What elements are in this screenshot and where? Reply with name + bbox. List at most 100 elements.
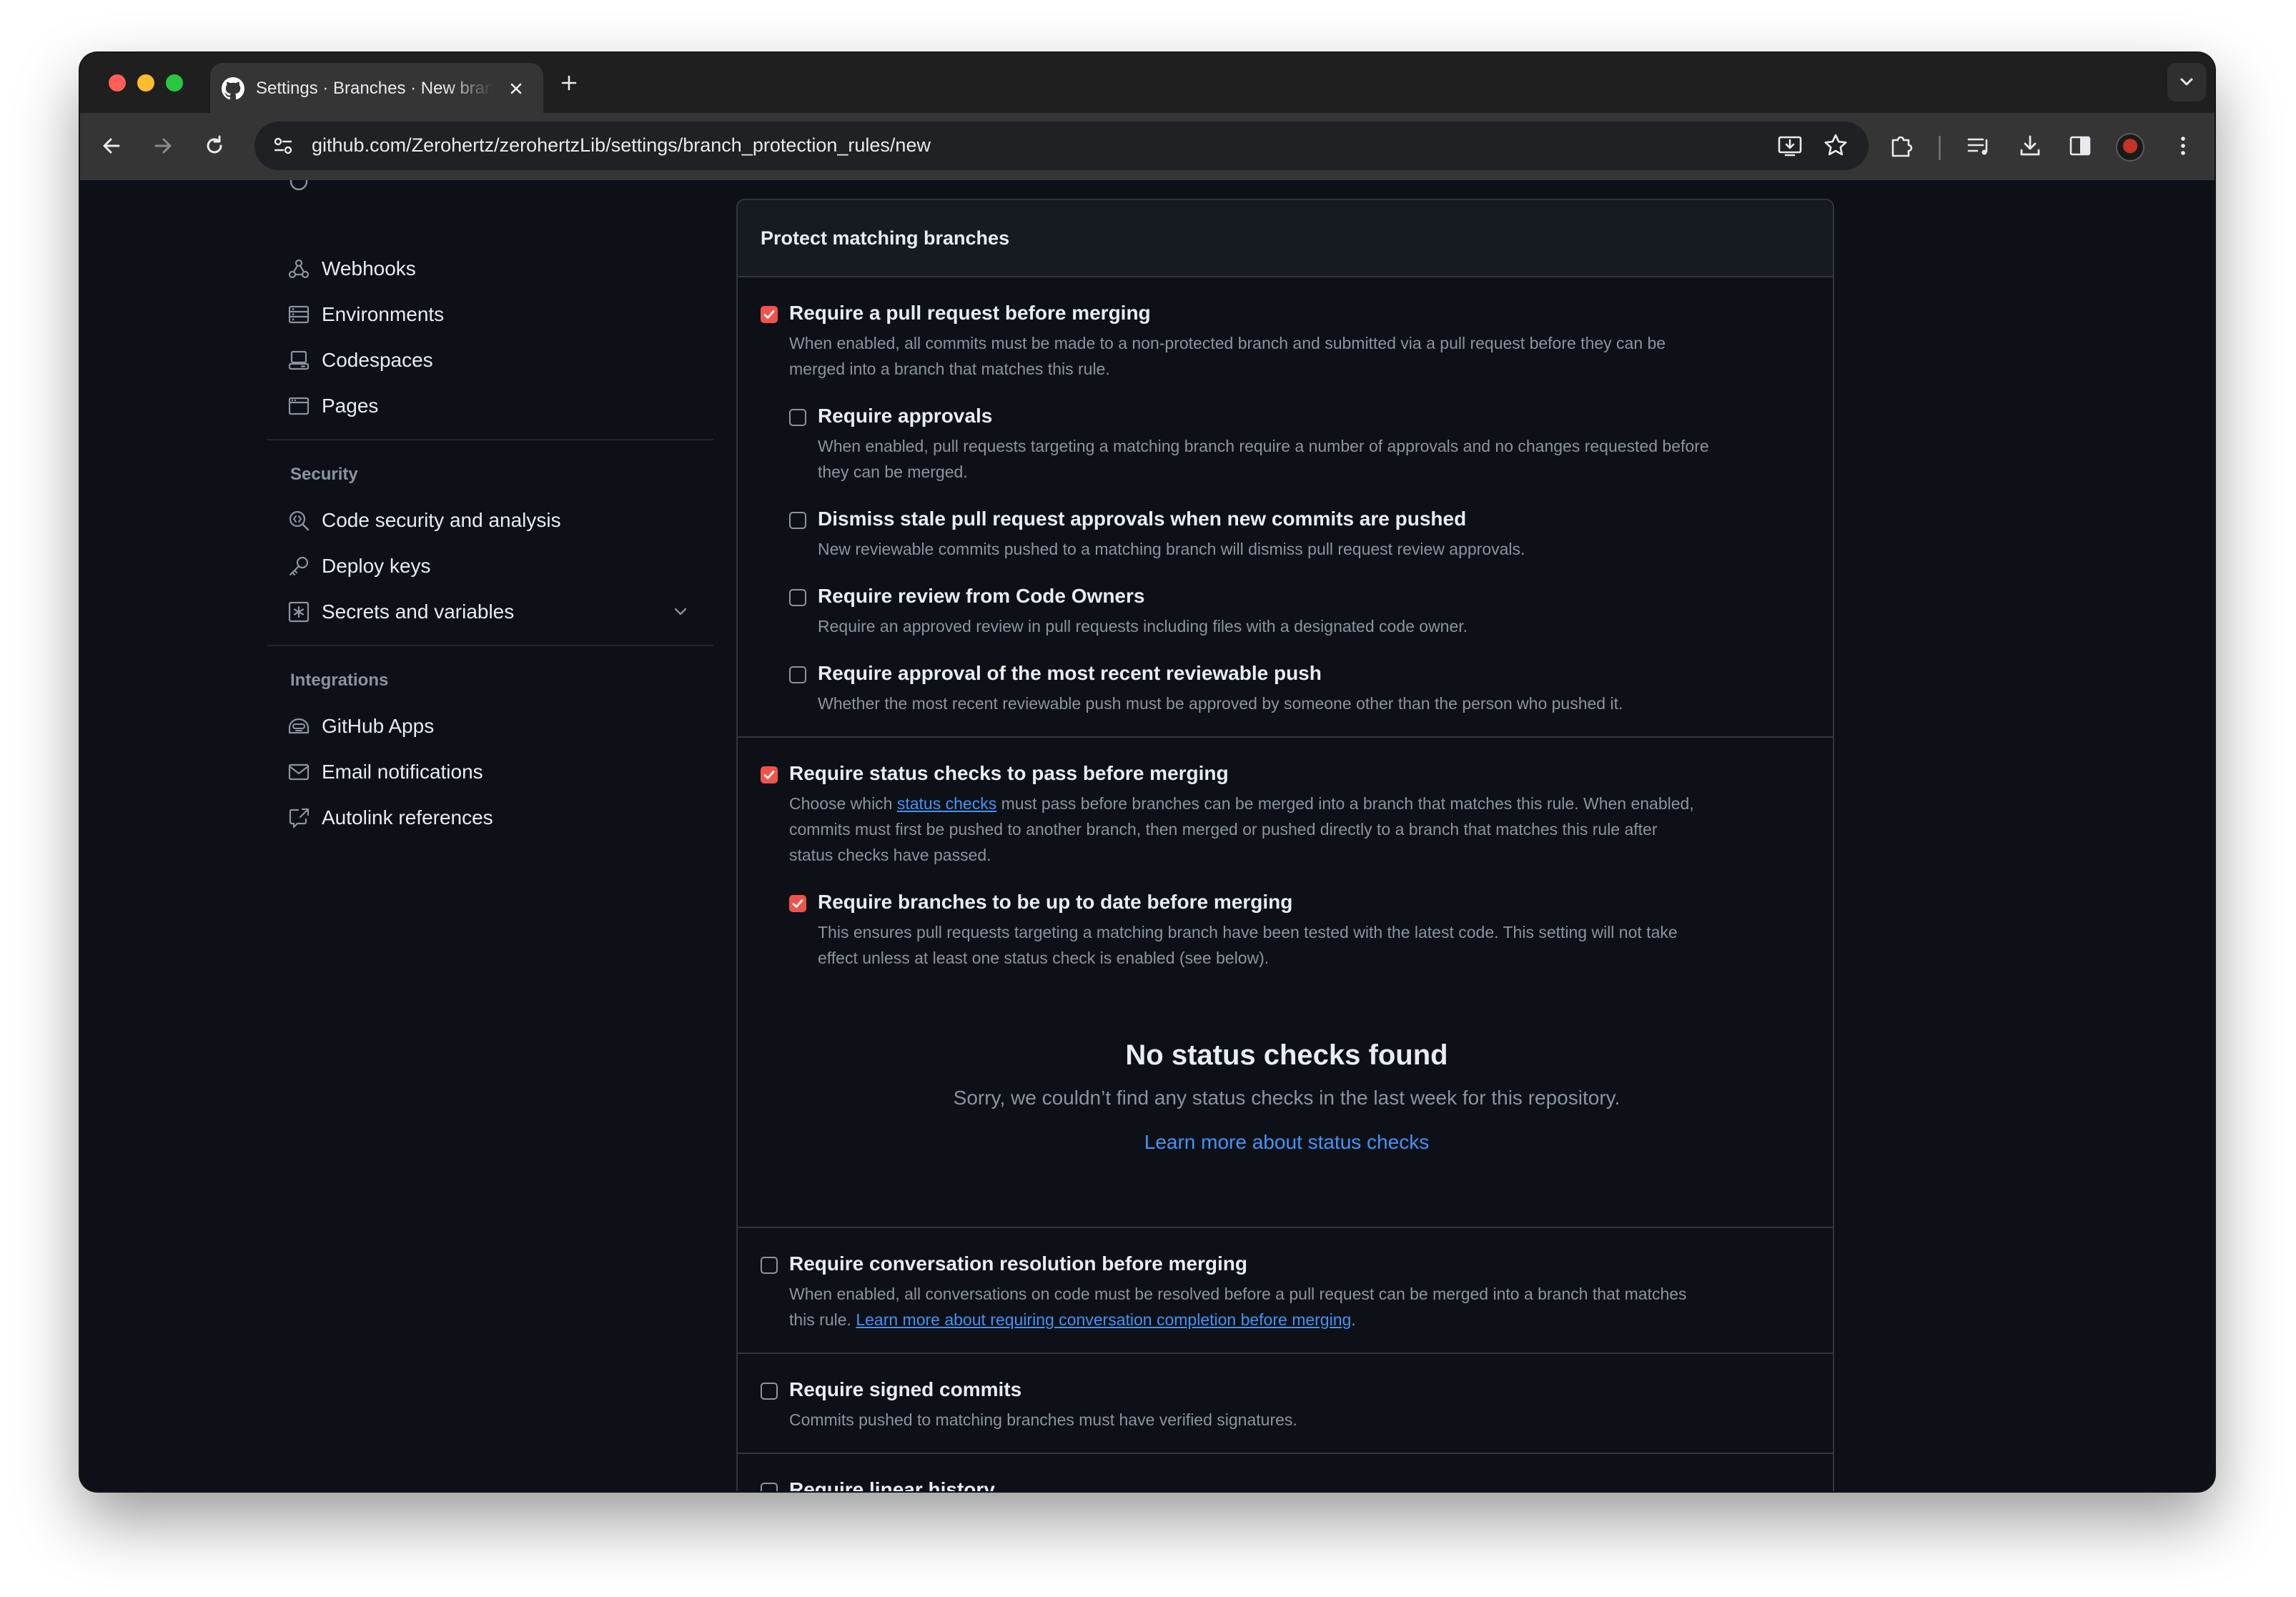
sidebar-item-label: Secrets and variables bbox=[322, 600, 515, 623]
cross-reference-icon bbox=[289, 808, 310, 829]
hubot-icon bbox=[288, 718, 310, 734]
sidebar-item-label: Deploy keys bbox=[322, 555, 431, 577]
dismiss-stale-desc: New reviewable commits pushed to a match… bbox=[818, 540, 1525, 558]
conversation-resolution-checkbox[interactable] bbox=[761, 1257, 778, 1274]
reload-icon[interactable] bbox=[200, 132, 229, 160]
bookmark-star-icon[interactable] bbox=[1821, 132, 1850, 160]
desc-text: Choose which bbox=[789, 794, 897, 813]
recent-push-checkbox[interactable] bbox=[789, 666, 806, 683]
close-tab-icon[interactable] bbox=[505, 77, 528, 100]
back-arrow-icon[interactable] bbox=[97, 132, 126, 160]
browser-icon bbox=[288, 397, 310, 415]
status-checks-checkbox[interactable] bbox=[761, 766, 778, 783]
partial-nav-icon bbox=[290, 180, 308, 191]
require-pr-checkbox[interactable] bbox=[761, 306, 778, 323]
sidebar-item-label: Code security and analysis bbox=[322, 509, 561, 531]
no-status-checks-subtitle: Sorry, we couldn’t find any status check… bbox=[953, 1087, 1620, 1109]
browser-toolbar: github.com/Zerohertz/zerohertzLib/settin… bbox=[80, 113, 2215, 182]
signed-commits-checkbox[interactable] bbox=[761, 1383, 778, 1400]
section-divider bbox=[738, 1353, 1833, 1354]
require-approvals-label[interactable]: Require approvals bbox=[818, 405, 992, 427]
install-app-icon[interactable] bbox=[1776, 132, 1804, 160]
extensions-puzzle-icon[interactable] bbox=[1887, 132, 1916, 160]
desc-text: this rule. bbox=[789, 1310, 856, 1329]
up-to-date-desc: effect unless at least one status check … bbox=[818, 949, 1270, 967]
conversation-resolution-label[interactable]: Require conversation resolution before m… bbox=[789, 1252, 1247, 1275]
code-owners-desc: Require an approved review in pull reque… bbox=[818, 617, 1468, 636]
tab-search-button[interactable] bbox=[2167, 63, 2206, 102]
status-checks-link[interactable]: status checks bbox=[897, 794, 996, 813]
chevron-down-icon[interactable] bbox=[671, 602, 691, 622]
site-info-icon[interactable] bbox=[269, 132, 297, 160]
signed-commits-label[interactable]: Require signed commits bbox=[789, 1378, 1021, 1401]
section-divider bbox=[738, 1453, 1833, 1454]
forward-arrow-icon[interactable] bbox=[149, 132, 177, 160]
codespaces-icon bbox=[288, 350, 310, 370]
sidebar-item-label: Email notifications bbox=[322, 761, 483, 783]
webhook-icon bbox=[288, 259, 310, 279]
kebab-menu-icon[interactable] bbox=[2169, 132, 2197, 160]
status-checks-desc: status checks have passed. bbox=[789, 846, 991, 864]
desc-text: must pass before branches can be merged … bbox=[996, 794, 1694, 813]
check-icon bbox=[763, 771, 775, 779]
sidebar-divider bbox=[267, 645, 713, 646]
require-pr-label[interactable]: Require a pull request before merging bbox=[789, 302, 1151, 325]
require-approvals-checkbox[interactable] bbox=[789, 409, 806, 426]
address-bar[interactable]: github.com/Zerohertz/zerohertzLib/settin… bbox=[254, 122, 1869, 170]
codescan-icon bbox=[289, 510, 310, 531]
sidebar-item-label: GitHub Apps bbox=[322, 715, 435, 737]
recent-push-desc: Whether the most recent reviewable push … bbox=[818, 694, 1623, 713]
status-checks-desc: commits must first be pushed to another … bbox=[789, 820, 1658, 839]
tab-strip: Settings · Branches · New branch protect… bbox=[80, 53, 2215, 113]
dismiss-stale-checkbox[interactable] bbox=[789, 512, 806, 529]
linear-history-checkbox[interactable] bbox=[761, 1483, 778, 1491]
desc-text: . bbox=[1351, 1310, 1356, 1329]
conversation-resolution-desc: When enabled, all conversations on code … bbox=[789, 1285, 1687, 1303]
panel-title: Protect matching branches bbox=[761, 227, 1010, 249]
sidebar-item-label: Environments bbox=[322, 303, 445, 325]
code-owners-label[interactable]: Require review from Code Owners bbox=[818, 585, 1144, 608]
new-tab-icon[interactable] bbox=[558, 71, 580, 94]
sidebar-divider bbox=[267, 439, 713, 440]
section-divider bbox=[738, 1227, 1833, 1228]
github-logo-icon bbox=[222, 77, 244, 100]
linear-history-label[interactable]: Require linear history bbox=[789, 1478, 995, 1491]
require-approvals-desc: When enabled, pull requests targeting a … bbox=[818, 437, 1709, 455]
download-icon[interactable] bbox=[2016, 132, 2044, 160]
up-to-date-desc: This ensures pull requests targeting a m… bbox=[818, 923, 1678, 941]
media-controls-icon[interactable] bbox=[1964, 132, 1993, 160]
recent-push-label[interactable]: Require approval of the most recent revi… bbox=[818, 662, 1322, 685]
key-icon bbox=[289, 556, 309, 576]
no-status-checks-title: No status checks found bbox=[1125, 1039, 1448, 1071]
up-to-date-checkbox[interactable] bbox=[789, 895, 806, 912]
check-icon bbox=[792, 899, 803, 908]
up-to-date-label[interactable]: Require branches to be up to date before… bbox=[818, 891, 1292, 914]
code-owners-checkbox[interactable] bbox=[789, 589, 806, 606]
section-divider bbox=[738, 736, 1833, 738]
dismiss-stale-label[interactable]: Dismiss stale pull request approvals whe… bbox=[818, 508, 1466, 530]
zoom-window-button[interactable] bbox=[166, 74, 183, 92]
mail-icon bbox=[288, 763, 310, 781]
require-approvals-desc: they can be merged. bbox=[818, 463, 968, 481]
close-window-button[interactable] bbox=[109, 74, 126, 92]
learn-status-checks-link[interactable]: Learn more about status checks bbox=[738, 1131, 1836, 1154]
side-panel-icon[interactable] bbox=[2066, 132, 2094, 160]
status-checks-label[interactable]: Require status checks to pass before mer… bbox=[789, 762, 1229, 785]
sidebar-heading-security: Security bbox=[290, 465, 358, 484]
protect-branches-panel: Protect matching branches Require a pull… bbox=[736, 199, 1834, 1491]
sidebar-heading-integrations: Integrations bbox=[290, 671, 389, 690]
require-pr-desc: merged into a branch that matches this r… bbox=[789, 360, 1110, 378]
page-content: Webhooks Environments Codespaces Pages S… bbox=[80, 180, 2215, 1491]
url-text[interactable]: github.com/Zerohertz/zerohertzLib/settin… bbox=[312, 134, 931, 157]
check-icon bbox=[763, 310, 775, 319]
browser-tab-settings[interactable]: Settings · Branches · New branch protect… bbox=[210, 63, 543, 113]
conversation-completion-link[interactable]: Learn more about requiring conversation … bbox=[856, 1310, 1351, 1329]
sidebar-item-label: Codespaces bbox=[322, 349, 433, 371]
panel-header: Protect matching branches bbox=[738, 200, 1833, 277]
tab-title: Settings · Branches · New branch protect… bbox=[256, 79, 493, 98]
require-pr-desc: When enabled, all commits must be made t… bbox=[789, 334, 1666, 352]
minimize-window-button[interactable] bbox=[137, 74, 154, 92]
chevron-down-icon bbox=[2180, 78, 2193, 86]
conversation-resolution-desc: this rule. Learn more about requiring co… bbox=[789, 1307, 1356, 1333]
profile-avatar[interactable] bbox=[2116, 133, 2144, 162]
